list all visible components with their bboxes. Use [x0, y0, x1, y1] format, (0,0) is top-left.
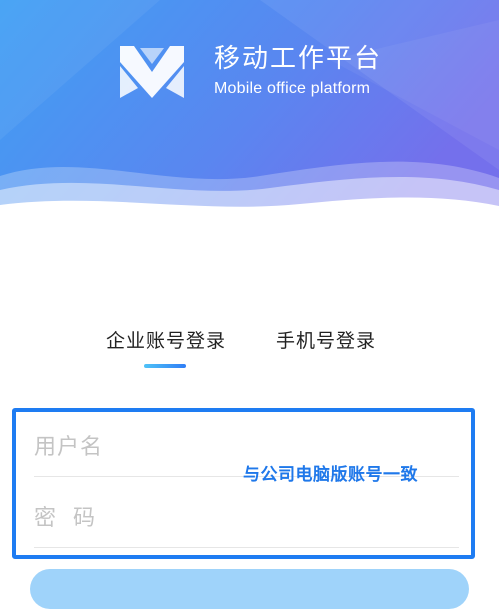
login-button[interactable]: [30, 569, 469, 609]
password-field: [34, 489, 459, 548]
brand: 移动工作平台 Mobile office platform: [118, 42, 382, 102]
active-tab-indicator: [144, 364, 186, 368]
tab-company-account[interactable]: 企业账号登录: [106, 326, 226, 353]
m-letter-logo-icon: [120, 46, 184, 98]
header-background: [0, 0, 499, 230]
app-subtitle: Mobile office platform: [214, 80, 371, 97]
brand-text: 移动工作平台 Mobile office platform: [214, 44, 382, 100]
password-input[interactable]: [34, 489, 459, 547]
tab-phone-login[interactable]: 手机号登录: [276, 326, 376, 353]
header-banner: 移动工作平台 Mobile office platform: [0, 0, 499, 230]
app-title: 移动工作平台: [214, 44, 383, 74]
account-hint: 与公司电脑版账号一致: [243, 465, 418, 485]
login-tabs: 企业账号登录 手机号登录: [0, 326, 499, 374]
